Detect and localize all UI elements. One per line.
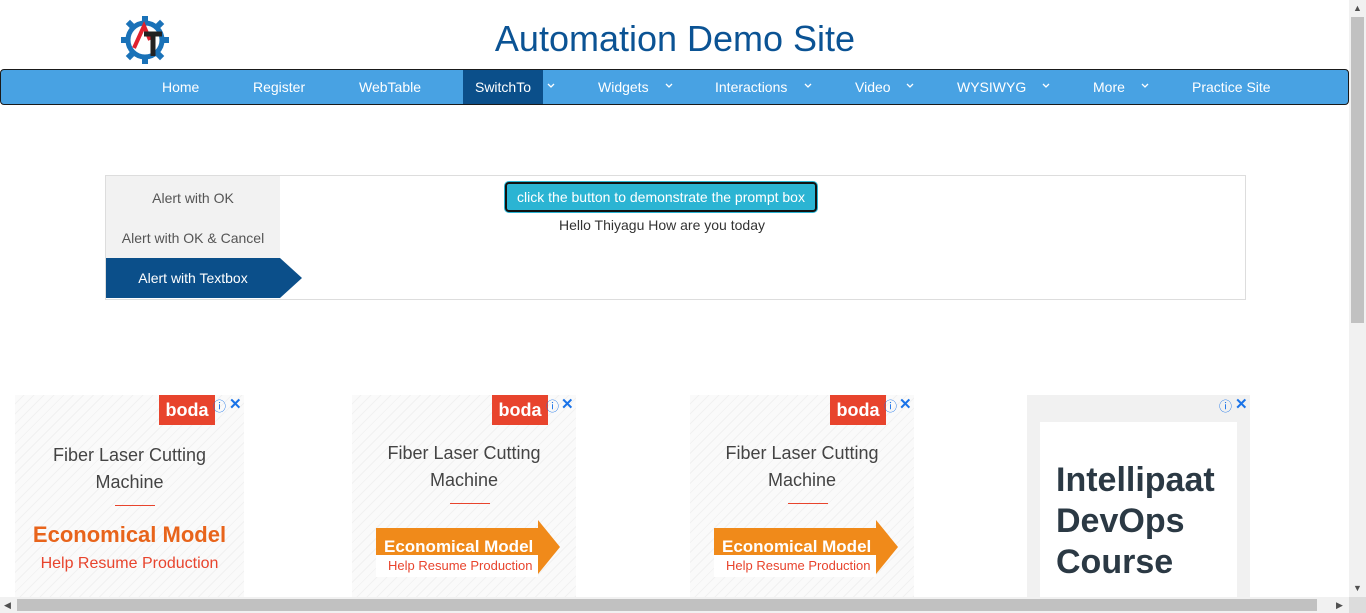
ad-brand-logo: boda [830,395,886,425]
ad-headline: Fiber Laser Cutting [725,443,879,463]
nav-switchto[interactable]: SwitchTo [463,70,543,104]
nav-interactions[interactable]: Interactions [715,70,787,104]
horizontal-scrollbar[interactable]: ◀ ▶ [0,597,1349,613]
prompt-result-text: Hello Thiyagu How are you today [559,217,765,233]
chevron-down-icon[interactable] [543,70,559,104]
ad-divider [450,503,490,504]
scroll-left-icon[interactable]: ◀ [4,600,11,611]
ad-info-icon[interactable]: ⓘ [1219,396,1232,415]
ad-headline: Machine [95,472,164,492]
tab-alert-ok-cancel[interactable]: Alert with OK & Cancel [106,218,280,258]
ad-headline: Machine [429,470,499,490]
ad-headline: Fiber Laser Cutting [52,445,207,465]
nav-home[interactable]: Home [162,70,199,104]
ad-banner[interactable]: boda ⓘ ✕ Fiber Laser Cutting Machine Eco… [690,395,914,597]
ad-info-icon[interactable]: ⓘ [884,396,897,415]
chevron-down-icon[interactable] [661,70,677,104]
scroll-down-icon[interactable]: ▼ [1353,583,1362,593]
ad-subtext: Help Resume Production [376,555,538,577]
horizontal-scroll-thumb[interactable] [17,599,1317,611]
vertical-scroll-thumb[interactable] [1351,17,1364,323]
ad-course-card: Intellipaat DevOps Course [1040,422,1237,597]
nav-more[interactable]: More [1093,70,1125,104]
ad-close-icon[interactable]: ✕ [1235,395,1248,413]
ad-divider [788,503,828,504]
alerts-panel: Alert with OK Alert with OK & Cancel Ale… [105,175,1246,300]
nav-wysiwyg[interactable]: WYSIWYG [957,70,1026,104]
ad-course-banner[interactable]: ⓘ ✕ Intellipaat DevOps Course [1027,395,1250,597]
nav-practice-site[interactable]: Practice Site [1192,70,1271,104]
main-navbar: Home Register WebTable SwitchTo Widgets … [0,69,1349,105]
ad-close-icon[interactable]: ✕ [229,395,242,413]
tab-alert-textbox[interactable]: Alert with Textbox [106,258,280,298]
ad-brand-logo: boda [159,395,215,425]
ad-info-icon[interactable]: ⓘ [213,396,226,415]
ad-banner[interactable]: boda ⓘ ✕ Fiber Laser Cutting Machine Eco… [352,395,576,597]
ad-info-icon[interactable]: ⓘ [546,396,559,415]
ad-subtext: Help Resume Production [40,555,219,572]
nav-register[interactable]: Register [253,70,305,104]
scroll-up-icon[interactable]: ▲ [1353,3,1362,13]
alert-tabs: Alert with OK Alert with OK & Cancel Ale… [106,176,280,298]
scroll-right-icon[interactable]: ▶ [1336,600,1343,611]
ad-divider [115,505,155,506]
active-tab-arrow [280,258,302,298]
ad-banner[interactable]: boda ⓘ ✕ Fiber Laser Cutting Machine Eco… [15,395,244,597]
tab-alert-ok[interactable]: Alert with OK [106,178,280,218]
scrollbar-corner [1349,597,1366,613]
prompt-box-button[interactable]: click the button to demonstrate the prom… [505,182,817,212]
nav-widgets[interactable]: Widgets [598,70,649,104]
ad-course-text: Intellipaat DevOps Course [1056,461,1215,581]
ad-brand-logo: boda [492,395,548,425]
ad-subtext: Help Resume Production [714,555,876,577]
vertical-scrollbar[interactable]: ▲ ▼ [1349,0,1366,597]
chevron-down-icon[interactable] [902,70,918,104]
ad-headline: Fiber Laser Cutting [387,443,541,463]
chevron-down-icon[interactable] [800,70,816,104]
ad-close-icon[interactable]: ✕ [561,395,574,413]
nav-webtable[interactable]: WebTable [359,70,421,104]
chevron-down-icon[interactable] [1038,70,1054,104]
ad-offer: Economical Model [32,522,227,547]
chevron-down-icon[interactable] [1137,70,1153,104]
ad-close-icon[interactable]: ✕ [899,395,912,413]
site-title: Automation Demo Site [494,18,856,59]
nav-video[interactable]: Video [855,70,891,104]
ad-headline: Machine [767,470,837,490]
